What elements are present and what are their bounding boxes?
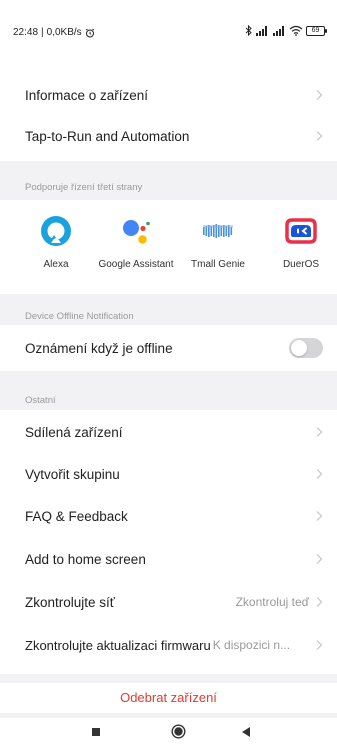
battery-icon: 69 <box>306 25 327 36</box>
firmware-update-value: K dispozici n... <box>212 638 291 652</box>
chevron-right-icon <box>316 131 323 141</box>
system-nav-bar <box>0 718 337 747</box>
tmall-genie-icon <box>201 214 235 248</box>
assistant-alexa-label: Alexa <box>43 259 69 270</box>
status-bar: 22:48 | 0,0KB/s 69 <box>0 0 337 50</box>
signal-icon <box>256 25 267 36</box>
back-triangle-icon[interactable] <box>240 725 252 739</box>
assistant-tmall[interactable]: Tmall Genie <box>180 214 256 271</box>
create-group-label: Vytvořit skupinu <box>25 466 120 482</box>
recents-icon[interactable] <box>91 725 101 739</box>
chevron-right-icon <box>316 511 323 521</box>
check-network-value: Zkontroluj teď <box>235 595 309 609</box>
assistant-tmall-label: Tmall Genie <box>191 259 245 270</box>
third-party-header: Podporuje řízení třetí strany <box>25 182 143 193</box>
status-right: 69 <box>245 25 327 36</box>
chevron-right-icon <box>316 640 323 650</box>
assistant-alexa[interactable]: Alexa <box>18 214 94 271</box>
assistant-google-label: Google Assistant <box>98 259 174 270</box>
offline-notification-row: Oznámení když je offline <box>0 327 337 369</box>
battery-level: 69 <box>311 26 320 34</box>
assistant-google[interactable]: Google Assistant <box>98 214 174 271</box>
assistant-dueros[interactable]: DuerOS <box>263 214 337 271</box>
home-icon[interactable] <box>171 724 186 739</box>
chevron-right-icon <box>316 427 323 437</box>
bluetooth-icon <box>245 25 252 36</box>
check-network-label: Zkontrolujte síť <box>25 594 115 610</box>
google-assistant-icon <box>119 214 153 248</box>
remove-device-button[interactable]: Odebrat zařízení <box>0 683 337 713</box>
dueros-icon <box>284 214 318 248</box>
check-network-row[interactable]: Zkontrolujte síť Zkontroluj teď <box>0 581 337 623</box>
tap-to-run-row[interactable]: Tap-to-Run and Automation <box>0 115 337 157</box>
status-time: 22:48 <box>13 27 39 38</box>
firmware-update-label: Zkontrolujte aktualizaci firmwaru <box>25 637 211 653</box>
device-info-label: Informace o zařízení <box>25 87 149 103</box>
add-to-home-row[interactable]: Add to home screen <box>0 538 337 580</box>
status-left: 22:48 | 0,0KB/s <box>13 27 95 38</box>
chevron-right-icon <box>316 554 323 564</box>
signal-icon <box>273 25 284 36</box>
tap-to-run-label: Tap-to-Run and Automation <box>25 128 190 144</box>
alexa-icon <box>39 214 73 248</box>
create-group-row[interactable]: Vytvořit skupinu <box>0 453 337 495</box>
chevron-right-icon <box>316 90 323 100</box>
offline-notification-toggle[interactable] <box>289 338 323 358</box>
shared-devices-label: Sdílená zařízení <box>25 424 123 440</box>
device-info-row[interactable]: Informace o zařízení <box>0 74 337 116</box>
shared-devices-row[interactable]: Sdílená zařízení <box>0 411 337 453</box>
offline-header: Device Offline Notification <box>25 311 134 322</box>
wifi-icon <box>289 25 303 36</box>
faq-feedback-row[interactable]: FAQ & Feedback <box>0 495 337 537</box>
toggle-knob <box>291 340 307 356</box>
alarm-icon <box>85 28 94 37</box>
add-to-home-label: Add to home screen <box>25 551 146 567</box>
assistant-dueros-label: DuerOS <box>282 259 320 270</box>
network-speed: 0,0KB/s <box>46 27 82 38</box>
offline-notification-label: Oznámení když je offline <box>25 340 173 356</box>
assistant-list: Alexa Google Assistant Tmall Genie DuerO… <box>0 200 337 294</box>
firmware-update-row[interactable]: Zkontrolujte aktualizaci firmwaru K disp… <box>0 624 337 666</box>
other-header: Ostatní <box>25 395 56 406</box>
chevron-right-icon <box>316 597 323 607</box>
chevron-right-icon <box>316 469 323 479</box>
faq-feedback-label: FAQ & Feedback <box>25 508 128 524</box>
